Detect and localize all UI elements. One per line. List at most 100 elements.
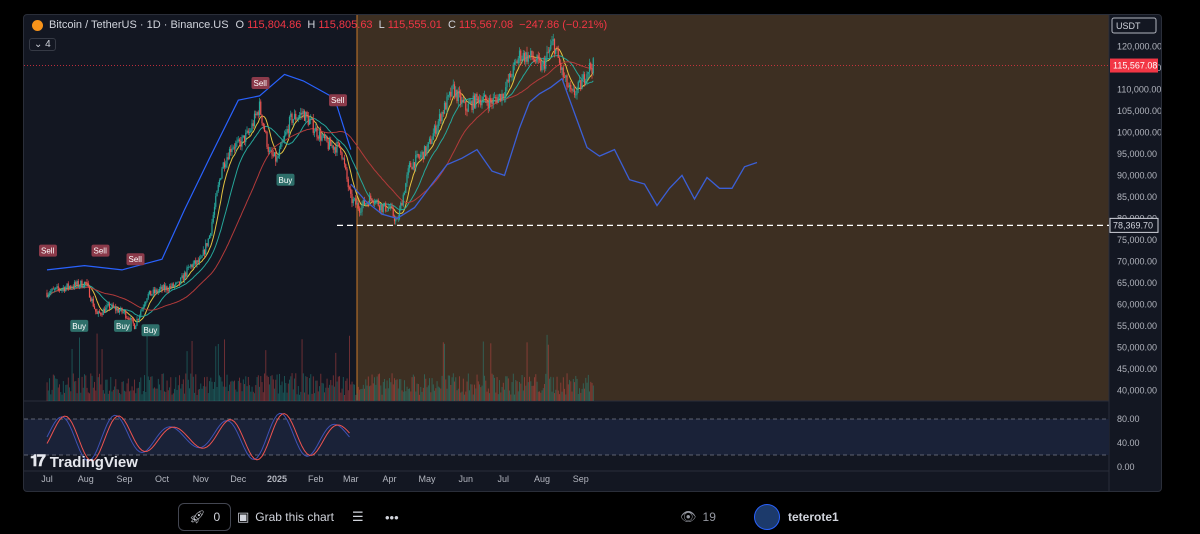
- volume-bar: [106, 379, 108, 401]
- symbol-header[interactable]: Bitcoin / TetherUS · 1D · Binance.US O 11…: [32, 19, 610, 31]
- candle: [47, 292, 49, 299]
- candle-body: [173, 285, 176, 287]
- volume-bar: [357, 386, 359, 401]
- symbol-title[interactable]: Bitcoin / TetherUS · 1D · Binance.US: [49, 19, 229, 31]
- volume-bar: [492, 374, 494, 401]
- volume-bar: [516, 381, 518, 401]
- volume-bar: [420, 386, 422, 401]
- candle-body: [105, 307, 107, 313]
- volume-bar: [361, 388, 363, 401]
- candle-body: [141, 308, 143, 312]
- candle: [290, 110, 292, 121]
- candle: [97, 310, 99, 317]
- candle: [347, 176, 349, 192]
- volume-bar: [476, 374, 478, 401]
- candle-body: [292, 119, 294, 123]
- candle-body: [555, 49, 557, 54]
- candle-body: [238, 139, 241, 142]
- volume-bar: [136, 388, 138, 401]
- volume-bar: [402, 391, 404, 401]
- volume-bar: [390, 382, 392, 401]
- candle-body: [392, 208, 394, 217]
- candle: [348, 185, 351, 191]
- support-text: 78,369.70: [1113, 220, 1153, 230]
- volume-bar: [100, 384, 102, 401]
- volume-bar: [576, 378, 578, 401]
- candle-body: [253, 113, 256, 126]
- candle-body: [210, 233, 212, 236]
- candle-body: [345, 164, 347, 170]
- signal-text: Sell: [331, 96, 345, 105]
- volume-bar: [519, 381, 520, 401]
- candle-body: [248, 131, 251, 134]
- volume-bar: [391, 373, 393, 401]
- volume-bar: [246, 386, 248, 401]
- volume-bar: [564, 388, 565, 401]
- candle: [143, 301, 146, 309]
- candle-body: [221, 168, 223, 179]
- comment-button[interactable]: ☰: [352, 503, 364, 531]
- indicators-toggle[interactable]: ⌄ 4: [29, 38, 56, 51]
- candle-body: [562, 67, 564, 78]
- candle-body: [415, 155, 417, 168]
- x-tick-label: 2025: [267, 474, 287, 484]
- candle-body: [387, 207, 389, 211]
- x-tick-label: Dec: [230, 474, 247, 484]
- volume-bar: [295, 373, 297, 401]
- candle-body: [430, 138, 432, 144]
- candle: [310, 114, 312, 125]
- volume-bar: [269, 384, 270, 401]
- volume-bar: [259, 386, 260, 401]
- boost-button[interactable]: 🚀︎ 0: [178, 503, 232, 531]
- volume-bar: [179, 375, 180, 401]
- volume-bar: [437, 386, 439, 401]
- candle-body: [376, 200, 378, 201]
- candle-body: [280, 143, 282, 150]
- candle-body: [451, 85, 453, 97]
- author-link[interactable]: teterote1: [754, 503, 839, 531]
- candle-body: [62, 287, 64, 289]
- candle-body: [371, 198, 373, 201]
- volume-bar: [247, 376, 249, 401]
- candle: [63, 286, 66, 293]
- volume-bar: [59, 384, 60, 401]
- signal-buy: Buy: [276, 173, 295, 186]
- candle-body: [132, 319, 134, 324]
- candle-body: [85, 281, 87, 283]
- volume-bar: [502, 382, 504, 401]
- volume-bar: [79, 337, 80, 401]
- volume-bar: [469, 390, 470, 401]
- candle-body: [251, 123, 253, 131]
- candle-body: [195, 260, 197, 265]
- grab-chart-button[interactable]: ▣ Grab this chart: [237, 503, 334, 531]
- ohlc-close: 115,567.08: [458, 19, 514, 31]
- volume-bar: [572, 378, 574, 401]
- y-tick-label: 45,000.00: [1117, 364, 1157, 374]
- candle-body: [86, 282, 88, 284]
- last-price-text: 115,567.08: [1113, 61, 1157, 71]
- candle: [190, 263, 192, 269]
- volume-bar: [197, 389, 199, 401]
- more-button[interactable]: •••: [385, 503, 399, 531]
- volume-bar: [312, 376, 314, 401]
- candle-body: [181, 275, 183, 278]
- upper-band-line: [46, 73, 352, 271]
- volume-bar: [417, 384, 419, 401]
- candle-body: [380, 204, 382, 211]
- candle-body: [315, 127, 317, 132]
- candle-body: [110, 307, 112, 309]
- candle: [126, 315, 128, 320]
- candle: [240, 136, 242, 150]
- candle-body: [297, 117, 299, 119]
- candle: [351, 189, 353, 208]
- candle-body: [223, 162, 226, 168]
- volume-bar: [180, 388, 182, 401]
- candle-body: [431, 139, 433, 144]
- y-tick-label: 70,000.00: [1117, 256, 1157, 266]
- candle-body: [157, 290, 159, 293]
- chart-frame[interactable]: 40,000.00 45,000.00 50,000.00 55,000.00 60,0…: [23, 14, 1162, 492]
- chart-canvas[interactable]: 40,000.00 45,000.00 50,000.00 55,000.00 60,0…: [24, 15, 1161, 491]
- candle: [301, 108, 303, 120]
- candle-body: [78, 285, 81, 287]
- volume-bar: [161, 373, 163, 401]
